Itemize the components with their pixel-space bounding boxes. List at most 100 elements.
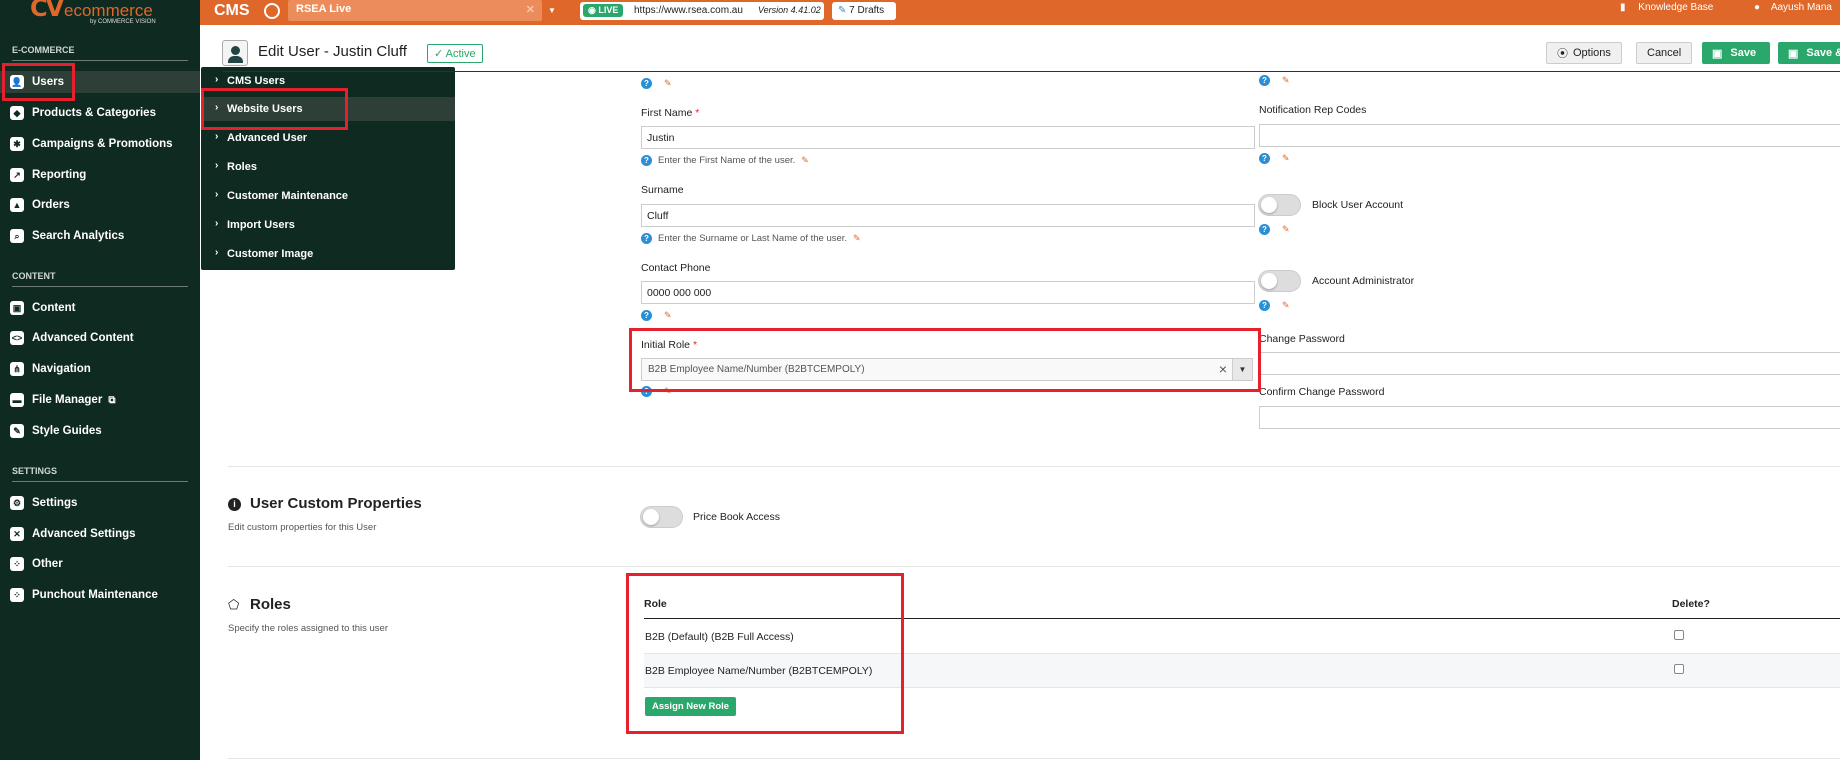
sidebar-item-reporting[interactable]: ↗ Reporting bbox=[10, 164, 195, 186]
sidebar-item-file-manager[interactable]: ▬ File Manager ⧉ bbox=[10, 389, 195, 411]
flyout-item-advanced-user[interactable]: › Advanced User bbox=[201, 126, 455, 150]
edit-pencil-icon[interactable]: ✎ bbox=[1282, 75, 1290, 86]
sidebar-item-orders[interactable]: ▲ Orders bbox=[10, 194, 195, 216]
sidebar-item-style-guides[interactable]: ✎ Style Guides bbox=[10, 420, 195, 442]
sidebar-item-users[interactable]: 👤 Users bbox=[0, 71, 200, 93]
price-book-toggle[interactable] bbox=[640, 506, 683, 528]
site-url-box[interactable]: ◉ LIVE https://www.rsea.com.au Version 4… bbox=[580, 2, 824, 20]
chevron-right-icon: › bbox=[215, 189, 219, 200]
flyout-item-customer-image[interactable]: › Customer Image bbox=[201, 242, 455, 266]
flyout-item-roles[interactable]: › Roles bbox=[201, 155, 455, 179]
sidebar-item-label: Campaigns & Promotions bbox=[32, 138, 173, 150]
help-icon[interactable]: ? bbox=[1259, 75, 1270, 86]
clear-site-icon[interactable]: ✕ bbox=[526, 3, 535, 16]
account-admin-toggle[interactable] bbox=[1258, 270, 1301, 292]
knowledge-base-link[interactable]: ▮ Knowledge Base bbox=[1620, 2, 1713, 13]
help-icon[interactable]: ? bbox=[641, 78, 652, 89]
sidebar-item-campaigns[interactable]: ✱ Campaigns & Promotions bbox=[10, 133, 195, 155]
initial-role-help: ? ✎ bbox=[641, 386, 672, 397]
edit-pencil-icon[interactable]: ✎ bbox=[853, 233, 861, 244]
edit-pencil-icon[interactable]: ✎ bbox=[801, 155, 809, 166]
sidebar-item-content[interactable]: ▣ Content bbox=[10, 297, 195, 319]
edit-pencil-icon[interactable]: ✎ bbox=[1282, 224, 1290, 235]
grid-icon: ⁘ bbox=[10, 557, 24, 571]
chevron-right-icon: › bbox=[215, 74, 219, 85]
flyout-item-cms-users[interactable]: › CMS Users bbox=[201, 69, 455, 93]
chevron-right-icon: › bbox=[215, 160, 219, 171]
book-icon: ▮ bbox=[1620, 2, 1626, 13]
help-icon[interactable]: ? bbox=[641, 386, 652, 397]
header-divider bbox=[222, 71, 1840, 72]
user-menu[interactable]: ● Aayush Mana bbox=[1754, 2, 1832, 13]
drafts-button[interactable]: ✎ 7 Drafts bbox=[832, 2, 896, 20]
contact-phone-field[interactable]: 0000 000 000 bbox=[641, 281, 1255, 304]
sidebar-item-advanced-content[interactable]: <> Advanced Content bbox=[10, 327, 195, 349]
sidebar-item-navigation[interactable]: ⋔ Navigation bbox=[10, 358, 195, 380]
help-icon[interactable]: ? bbox=[641, 155, 652, 166]
flyout-item-website-users[interactable]: › Website Users bbox=[201, 97, 455, 121]
initial-role-select[interactable]: B2B Employee Name/Number (B2BTCEMPOLY) ×… bbox=[641, 358, 1253, 381]
options-button[interactable]: ⦿ Options bbox=[1546, 42, 1622, 64]
delete-checkbox[interactable] bbox=[1674, 664, 1684, 674]
first-name-field[interactable]: Justin bbox=[641, 126, 1255, 149]
logo[interactable]: CV ecommerce by COMMERCE VISION bbox=[0, 0, 200, 25]
edit-pencil-icon[interactable]: ✎ bbox=[664, 78, 672, 89]
notification-help: ? ✎ bbox=[1259, 153, 1290, 164]
help-icon[interactable]: ? bbox=[641, 310, 652, 321]
notification-rep-codes-field[interactable] bbox=[1259, 124, 1840, 147]
sidebar-item-products[interactable]: ◆ Products & Categories bbox=[10, 102, 195, 124]
sidebar-item-punchout[interactable]: ⁘ Punchout Maintenance bbox=[10, 584, 195, 606]
edit-pencil-icon[interactable]: ✎ bbox=[1282, 153, 1290, 164]
initial-role-label: Initial Role * bbox=[641, 339, 697, 351]
help-icon[interactable]: ? bbox=[1259, 153, 1270, 164]
floppy-icon: ▣ bbox=[1788, 47, 1799, 60]
column-header-delete: Delete? bbox=[1672, 598, 1710, 610]
edit-pencil-icon[interactable]: ✎ bbox=[664, 386, 672, 397]
chevron-down-icon[interactable]: ▼ bbox=[1232, 359, 1252, 380]
block-user-toggle[interactable] bbox=[1258, 194, 1301, 216]
confirm-password-field[interactable] bbox=[1259, 406, 1840, 429]
block-user-label: Block User Account bbox=[1312, 199, 1404, 211]
user-icon: ● bbox=[1754, 2, 1761, 13]
page-title: Edit User - Justin Cluff bbox=[258, 43, 407, 60]
roles-title: Roles bbox=[250, 596, 291, 613]
chevron-right-icon: › bbox=[215, 247, 219, 258]
help-icon[interactable]: ? bbox=[1259, 300, 1270, 311]
sidebar-item-search-analytics[interactable]: ⌕ Search Analytics bbox=[10, 225, 195, 247]
help-icon[interactable]: ? bbox=[1259, 224, 1270, 235]
edit-pencil-icon[interactable]: ✎ bbox=[1282, 300, 1290, 311]
delete-checkbox[interactable] bbox=[1674, 630, 1684, 640]
sidebar-item-label: Search Analytics bbox=[32, 230, 125, 242]
save-button[interactable]: ▣ Save bbox=[1702, 42, 1770, 64]
surname-help: ? Enter the Surname or Last Name of the … bbox=[641, 233, 861, 244]
gear-icon: ⚙ bbox=[10, 496, 24, 510]
sidebar: E-COMMERCE 👤 Users ◆ Products & Categori… bbox=[0, 25, 200, 760]
sidebar-item-settings[interactable]: ⚙ Settings bbox=[10, 492, 195, 514]
notification-rep-codes-label: Notification Rep Codes bbox=[1259, 104, 1367, 116]
table-row: B2B (Default) (B2B Full Access) bbox=[644, 620, 1840, 654]
external-link-icon[interactable]: ⧉ bbox=[108, 395, 115, 406]
site-selector[interactable]: RSEA Live ✕ bbox=[288, 0, 542, 21]
sidebar-item-advanced-settings[interactable]: ✕ Advanced Settings bbox=[10, 523, 195, 545]
sidebar-item-other[interactable]: ⁘ Other bbox=[10, 553, 195, 575]
field-help: ? ✎ bbox=[1259, 75, 1290, 86]
site-url[interactable]: https://www.rsea.com.au bbox=[634, 5, 743, 16]
site-dropdown-caret-icon[interactable]: ▼ bbox=[548, 6, 556, 15]
assign-new-role-button[interactable]: Assign New Role bbox=[645, 697, 737, 716]
save-and-close-button[interactable]: ▣ Save & bbox=[1778, 42, 1840, 64]
clear-selection-icon[interactable]: × bbox=[1219, 361, 1227, 377]
flyout-item-customer-maintenance[interactable]: › Customer Maintenance bbox=[201, 184, 455, 208]
surname-field[interactable]: Cluff bbox=[641, 204, 1255, 227]
account-admin-help: ? ✎ bbox=[1259, 300, 1290, 311]
cancel-button[interactable]: Cancel bbox=[1636, 42, 1693, 64]
code-icon: <> bbox=[10, 331, 24, 345]
edit-pencil-icon[interactable]: ✎ bbox=[664, 310, 672, 321]
flyout-item-import-users[interactable]: › Import Users bbox=[201, 213, 455, 237]
block-user-help: ? ✎ bbox=[1259, 224, 1290, 235]
role-name: B2B (Default) (B2B Full Access) bbox=[645, 631, 794, 643]
contact-phone-help: ? ✎ bbox=[641, 310, 672, 321]
change-password-field[interactable] bbox=[1259, 352, 1840, 375]
contact-phone-label: Contact Phone bbox=[641, 262, 711, 274]
sidebar-item-label: Settings bbox=[32, 497, 78, 509]
help-icon[interactable]: ? bbox=[641, 233, 652, 244]
